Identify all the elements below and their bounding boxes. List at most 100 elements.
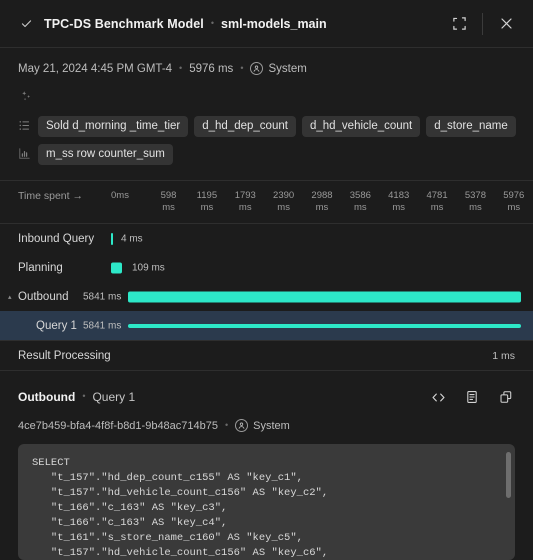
meta-timestamp: May 21, 2024 4:45 PM GMT-4 bbox=[18, 62, 173, 75]
timeline-row-duration: 1 ms bbox=[492, 349, 515, 362]
timeline-row-planning[interactable]: Planning 109 ms bbox=[0, 253, 533, 282]
tick-value: 5976 bbox=[503, 190, 525, 201]
timeline-row-inbound-query[interactable]: Inbound Query 4 ms bbox=[0, 224, 533, 253]
detail-section: Outbound • Query 1 4ce7b459-bfa4-4f8f-b8… bbox=[0, 371, 533, 560]
tick-value: 2390 bbox=[273, 190, 295, 201]
code-brackets-icon[interactable] bbox=[425, 385, 451, 409]
timeline-row-result-processing[interactable]: Result Processing 1 ms bbox=[0, 341, 533, 370]
tick-unit: ms bbox=[469, 201, 482, 213]
detail-separator: • bbox=[82, 391, 86, 401]
tick-value: 598 bbox=[160, 190, 177, 201]
timeline-row-duration: 109 ms bbox=[132, 262, 165, 273]
copy-icon[interactable] bbox=[493, 385, 519, 409]
tick-value: 2988 bbox=[311, 190, 333, 201]
tick-unit: ms bbox=[238, 201, 252, 213]
dimension-chip[interactable]: Sold d_morning _time_tier bbox=[38, 116, 189, 137]
tick-value: 4781 bbox=[426, 190, 448, 201]
timeline-row-query-1[interactable]: Query 1 5841 ms bbox=[0, 311, 533, 340]
meta-separator-1: • bbox=[179, 62, 183, 73]
dimension-chip[interactable]: d_hd_dep_count bbox=[194, 116, 296, 137]
sql-code-surface: SELECT "t_157"."hd_dep_count_c155" AS "k… bbox=[18, 444, 515, 560]
timeline-tick: 1195 ms bbox=[188, 190, 226, 214]
tick-value: 5378 bbox=[464, 190, 486, 201]
meta-separator-2: • bbox=[240, 62, 244, 73]
title-separator: • bbox=[210, 17, 215, 28]
titlebar-divider bbox=[482, 12, 483, 35]
detail-meta: 4ce7b459-bfa4-4f8f-b8d1-9b48ac714b75 • S… bbox=[0, 409, 533, 432]
timeline-row-outbound[interactable]: ▴ Outbound 5841 ms bbox=[0, 282, 533, 311]
tick-unit: ms bbox=[116, 190, 129, 201]
check-icon bbox=[18, 17, 34, 30]
page-title: TPC-DS Benchmark Model bbox=[44, 16, 204, 31]
timeline-bar bbox=[128, 291, 521, 302]
chevron-up-icon[interactable]: ▴ bbox=[8, 293, 12, 301]
dimension-chip[interactable]: d_store_name bbox=[426, 116, 516, 137]
code-scrollbar[interactable] bbox=[506, 452, 511, 498]
timeline-row-label: Inbound Query bbox=[18, 232, 95, 245]
timeline-tick: 1793 ms bbox=[226, 190, 264, 214]
query-detail-panel: TPC-DS Benchmark Model • sml-models_main… bbox=[0, 0, 533, 560]
sql-text: SELECT "t_157"."hd_dep_count_c155" AS "k… bbox=[32, 457, 329, 559]
close-icon[interactable] bbox=[493, 11, 519, 37]
meta-line: May 21, 2024 4:45 PM GMT-4 • 5976 ms • S… bbox=[0, 48, 533, 75]
timeline-row-bars: 4 ms bbox=[111, 224, 533, 253]
tick-value: 1793 bbox=[234, 190, 256, 201]
measures-row: m_ss row counter_sum bbox=[18, 144, 523, 165]
tick-unit: ms bbox=[277, 201, 290, 213]
dimension-chips: Sold d_morning _time_tier d_hd_dep_count… bbox=[38, 116, 516, 137]
tick-unit: ms bbox=[200, 201, 214, 213]
detail-user: System bbox=[253, 419, 290, 432]
timeline-bar bbox=[111, 262, 122, 273]
timeline-row-bars: 5841 ms bbox=[83, 282, 533, 311]
detail-meta-separator: • bbox=[225, 419, 229, 430]
detail-header: Outbound • Query 1 bbox=[0, 371, 533, 409]
tick-unit: ms bbox=[507, 201, 521, 213]
timeline-tick: 2988 ms bbox=[303, 190, 341, 214]
tick-value: 4183 bbox=[388, 190, 410, 201]
timeline-tick: 4781 ms bbox=[418, 190, 456, 214]
page-subtitle: sml-models_main bbox=[221, 16, 327, 31]
timeline-tick: 5378 ms bbox=[456, 190, 494, 214]
tick-unit: ms bbox=[430, 201, 444, 213]
timeline-tick: 598 ms bbox=[149, 190, 187, 214]
timeline-row-bars: 5841 ms bbox=[83, 311, 533, 340]
timeline-row-duration: 5841 ms bbox=[83, 291, 122, 302]
expand-icon[interactable] bbox=[446, 11, 472, 37]
tick-value: 1195 bbox=[196, 190, 218, 201]
document-icon[interactable] bbox=[459, 385, 485, 409]
bar-chart-icon bbox=[18, 144, 38, 160]
tick-value: 3586 bbox=[349, 190, 371, 201]
timeline-bar bbox=[111, 232, 113, 245]
timeline-axis-label: Time spent → bbox=[18, 190, 83, 202]
timeline-ticks: 0ms 598 ms 1195 ms 1793 ms 2390 ms 2988 ms bbox=[111, 190, 533, 214]
meta-user: System bbox=[268, 62, 307, 75]
tick-unit: ms bbox=[315, 201, 329, 213]
detail-subtitle: Query 1 bbox=[92, 390, 136, 404]
list-icon bbox=[18, 116, 38, 132]
user-circle-icon bbox=[250, 62, 264, 75]
timeline-tick: 0ms bbox=[111, 190, 149, 214]
ai-row bbox=[18, 87, 523, 107]
timeline-tick: 5976 ms bbox=[495, 190, 533, 214]
timeline-row-duration: 4 ms bbox=[121, 233, 143, 244]
timeline-tick: 3586 ms bbox=[341, 190, 379, 214]
dimensions-row: Sold d_morning _time_tier d_hd_dep_count… bbox=[18, 116, 523, 137]
dimension-chip[interactable]: d_hd_vehicle_count bbox=[301, 116, 421, 137]
tick-unit: ms bbox=[392, 201, 406, 213]
measure-chips: m_ss row counter_sum bbox=[38, 144, 173, 165]
sparkle-icon bbox=[20, 87, 40, 103]
timeline-bar bbox=[128, 323, 521, 328]
user-circle-icon bbox=[235, 419, 249, 432]
measure-chip[interactable]: m_ss row counter_sum bbox=[38, 144, 173, 165]
timeline-tick: 2390 ms bbox=[264, 190, 302, 214]
tick-unit: ms bbox=[354, 201, 367, 213]
timeline-section: Time spent → 0ms 598 ms 1195 ms 1793 ms 239… bbox=[0, 180, 533, 371]
timeline-ruler: Time spent → 0ms 598 ms 1195 ms 1793 ms 239… bbox=[0, 181, 533, 223]
timeline-row-label: Result Processing bbox=[18, 349, 111, 362]
detail-id: 4ce7b459-bfa4-4f8f-b8d1-9b48ac714b75 bbox=[18, 419, 218, 432]
timeline-row-label: Planning bbox=[18, 261, 63, 274]
timeline-tick: 4183 ms bbox=[380, 190, 418, 214]
sql-code-block[interactable]: SELECT "t_157"."hd_dep_count_c155" AS "k… bbox=[18, 444, 515, 560]
tick-unit: ms bbox=[162, 201, 175, 213]
fields-section: Sold d_morning _time_tier d_hd_dep_count… bbox=[0, 75, 533, 172]
